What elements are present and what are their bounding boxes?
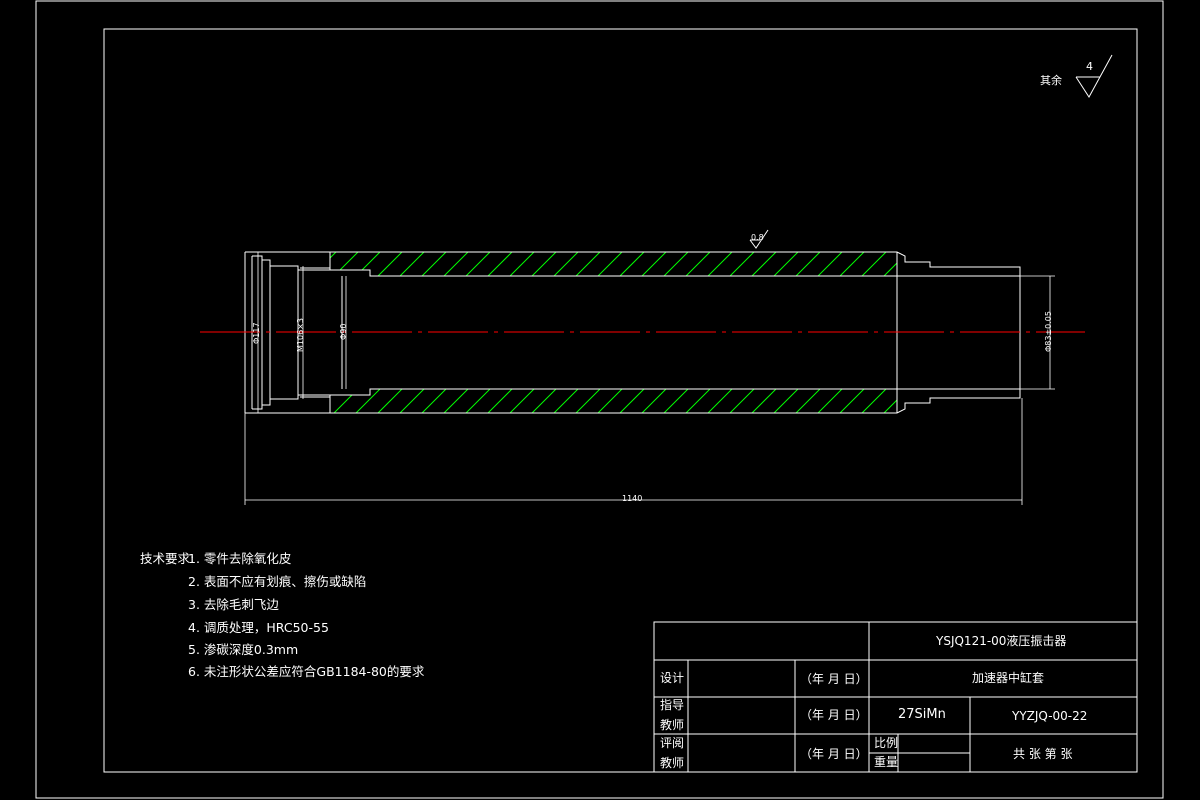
title-guide-date: （年 月 日） (800, 708, 868, 722)
tech-item-6: 6. 未注形状公差应符合GB1184-80的要求 (188, 664, 425, 679)
title-weight-label: 重量 (874, 755, 899, 769)
title-material: 27SiMn (898, 707, 946, 722)
text-overlay: 其余 4 0.8 Φ117 M106×3 Φ90 Φ83±0.05 1140 技… (0, 0, 1200, 800)
title-drawing-no: YYZJQ-00-22 (1012, 709, 1088, 723)
title-guide-label-2: 教师 (660, 718, 685, 732)
tech-item-1: 1. 零件去除氧化皮 (188, 551, 292, 566)
roughness-general-label: 其余 (1040, 74, 1062, 87)
title-scale-label: 比例 (874, 736, 899, 750)
dim-end-dia: Φ83±0.05 (1044, 311, 1053, 352)
title-review-date: （年 月 日） (800, 747, 868, 761)
tech-item-2: 2. 表面不应有划痕、擦伤或缺陷 (188, 574, 367, 589)
title-design-date: （年 月 日） (800, 672, 868, 686)
title-guide-label-1: 指导 (660, 698, 685, 712)
dim-thread: M106×3 (296, 318, 305, 352)
title-part-name: 加速器中缸套 (972, 671, 1045, 685)
roughness-surface-value: 0.8 (751, 233, 764, 242)
title-review-label-1: 评阅 (660, 736, 685, 750)
tech-item-4: 4. 调质处理，HRC50-55 (188, 620, 329, 635)
title-sheet-label: 共 张 第 张 (1013, 747, 1073, 761)
dim-bore-dia: Φ90 (339, 323, 348, 340)
title-project: YSJQ121-00液压振击器 (936, 634, 1067, 648)
tech-heading: 技术要求: (140, 551, 195, 566)
tech-item-5: 5. 渗碳深度0.3mm (188, 642, 299, 657)
dim-length: 1140 (622, 494, 643, 503)
dim-outer-dia: Φ117 (252, 322, 261, 344)
roughness-general-value: 4 (1086, 60, 1093, 73)
tech-item-3: 3. 去除毛刺飞边 (188, 597, 279, 612)
title-review-label-2: 教师 (660, 756, 685, 770)
title-design-label: 设计 (660, 671, 685, 685)
